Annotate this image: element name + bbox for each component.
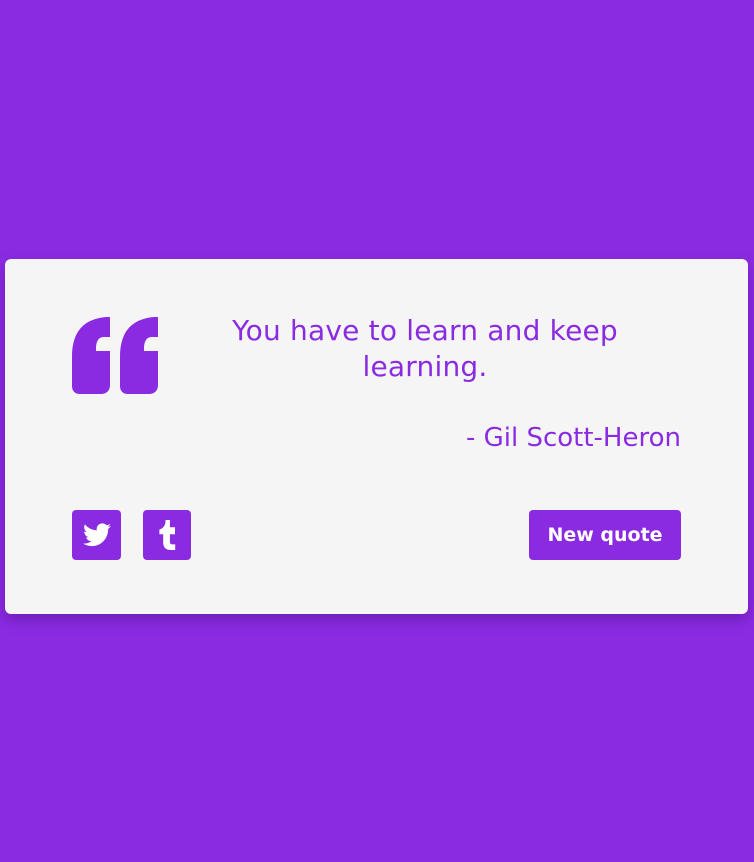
twitter-icon [82, 523, 111, 547]
quote-left-icon [72, 317, 158, 394]
tweet-quote-button[interactable] [72, 510, 121, 560]
tumblr-quote-button[interactable] [143, 510, 191, 560]
page-background: You have to learn and keep learning. - G… [0, 0, 754, 862]
quote-box: You have to learn and keep learning. - G… [5, 259, 748, 614]
new-quote-button[interactable]: New quote [529, 510, 681, 560]
quote-text: You have to learn and keep learning. [232, 314, 618, 383]
quote-author: - Gil Scott-Heron [465, 423, 681, 453]
tumblr-icon [159, 520, 176, 550]
